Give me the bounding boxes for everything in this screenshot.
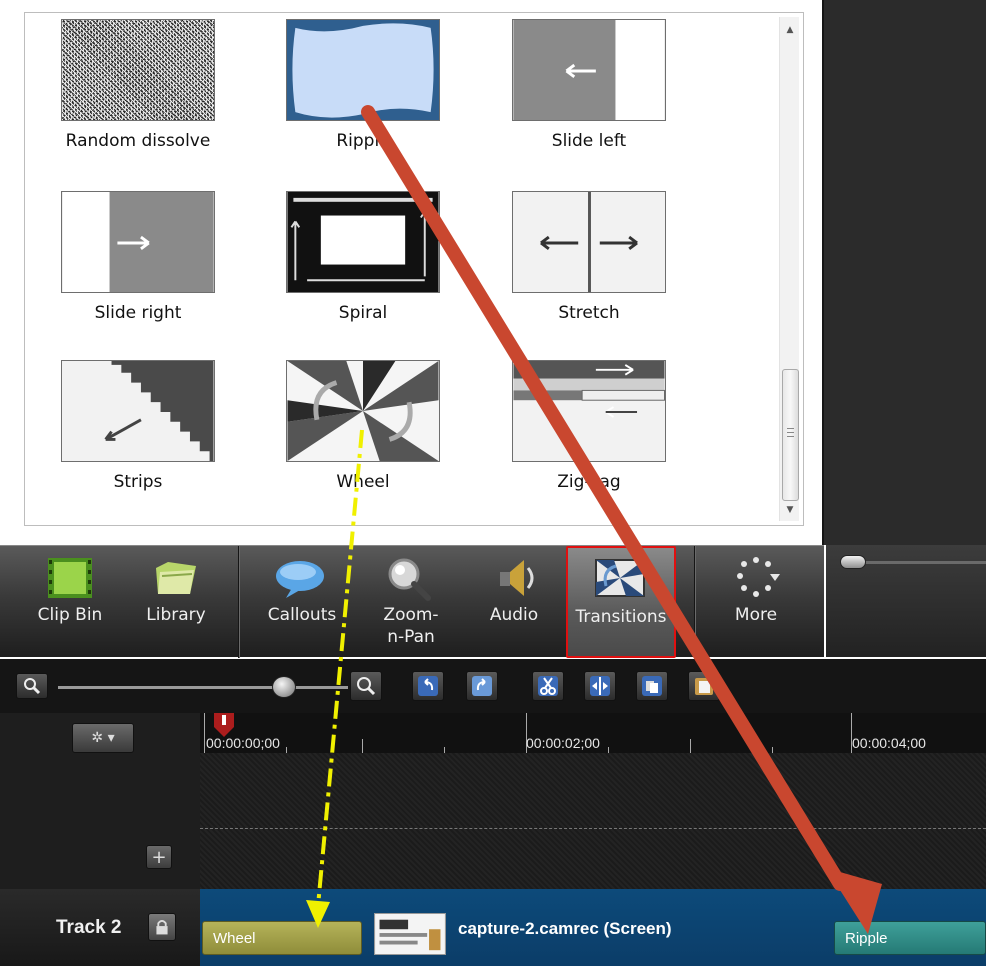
- timeline-zoom-slider[interactable]: [58, 686, 348, 689]
- scrollbar-thumb[interactable]: [782, 369, 799, 501]
- zoom-in-icon[interactable]: [350, 671, 382, 701]
- toolbar-divider: [238, 546, 239, 658]
- gallery-scrollbar[interactable]: ▲ ▼: [779, 17, 799, 521]
- tab-label: Zoom-n-Pan: [383, 605, 439, 647]
- transition-slide-right[interactable]: Slide right: [47, 185, 227, 345]
- speaker-icon: [488, 554, 540, 602]
- tab-label: Audio: [489, 605, 539, 625]
- timeline-ruler[interactable]: 00:00:00;00 00:00:02;00 00:00:04;00: [200, 713, 986, 753]
- preview-canvas: [822, 0, 986, 545]
- track-2-header: Track 2: [0, 889, 200, 966]
- transition-strips[interactable]: Strips: [47, 354, 227, 514]
- zig-zag-thumbnail: [512, 360, 666, 462]
- tab-audio[interactable]: Audio: [472, 546, 556, 658]
- stretch-thumbnail: [512, 191, 666, 293]
- scroll-up-arrow-icon[interactable]: ▲: [780, 21, 800, 39]
- ripple-transition-chip[interactable]: Ripple: [834, 921, 986, 955]
- folder-icon: [150, 554, 202, 602]
- undo-icon[interactable]: [412, 671, 444, 701]
- transitions-grid: Random dissolve Ripple Slide left Slide …: [25, 13, 781, 525]
- track-2-lane[interactable]: Wheel capture-2.camrec (Screen) Ripple: [200, 889, 986, 966]
- media-thumbnail: [374, 913, 446, 955]
- grip-icon: [787, 428, 794, 437]
- spiral-thumbnail: [286, 191, 440, 293]
- ruler-tick: [362, 739, 363, 753]
- toolbar-divider: [694, 546, 695, 658]
- tab-library[interactable]: Library: [124, 546, 228, 658]
- track-name: Track 2: [56, 917, 122, 938]
- preview-slider-track[interactable]: [864, 561, 986, 564]
- transition-zig-zag[interactable]: Zig-zag: [498, 354, 678, 514]
- tab-callouts[interactable]: Callouts: [256, 546, 348, 658]
- redo-icon[interactable]: [466, 671, 498, 701]
- cut-icon[interactable]: [532, 671, 564, 701]
- magnifier-icon: [382, 554, 434, 602]
- tab-transitions[interactable]: Transitions: [566, 546, 676, 658]
- track-separator: [200, 828, 986, 829]
- slide-right-thumbnail: [61, 191, 215, 293]
- media-clip-title[interactable]: capture-2.camrec (Screen): [458, 919, 672, 939]
- transition-wheel[interactable]: Wheel: [272, 354, 452, 514]
- transition-label: Slide right: [94, 303, 182, 323]
- transition-stretch[interactable]: Stretch: [498, 185, 678, 345]
- transition-spiral[interactable]: Spiral: [272, 185, 452, 345]
- transition-random-dissolve[interactable]: Random dissolve: [47, 13, 227, 173]
- lock-icon[interactable]: [148, 913, 176, 941]
- transition-label: Spiral: [338, 303, 388, 323]
- ruler-time-label: 00:00:02;00: [526, 735, 600, 751]
- transition-label: Wheel: [336, 472, 390, 492]
- copy-icon[interactable]: [636, 671, 668, 701]
- tab-more[interactable]: More: [706, 546, 806, 658]
- transition-label: Slide left: [551, 131, 627, 151]
- ripple-thumbnail: [286, 19, 440, 121]
- tab-label: Transitions: [575, 607, 667, 627]
- transition-label: Ripple: [336, 131, 390, 151]
- tab-label: Callouts: [267, 605, 337, 625]
- tab-label: More: [734, 605, 778, 625]
- random-dissolve-thumbnail: [61, 19, 215, 121]
- timeline-track-headers: ✲ ▾ + Track 2: [0, 713, 200, 966]
- scroll-down-arrow-icon[interactable]: ▼: [780, 501, 800, 519]
- ruler-tick: [690, 739, 691, 753]
- transition-label: Stretch: [558, 303, 620, 323]
- gear-icon[interactable]: ✲ ▾: [72, 723, 134, 753]
- preview-slider-knob[interactable]: [840, 555, 866, 569]
- transitions-icon: [594, 556, 646, 604]
- zoom-out-icon[interactable]: [16, 673, 48, 699]
- playhead[interactable]: [212, 713, 236, 739]
- tab-label: Library: [146, 605, 206, 625]
- ruler-time-label: 00:00:04;00: [852, 735, 926, 751]
- transitions-gallery: Random dissolve Ripple Slide left Slide …: [24, 12, 804, 526]
- transition-ripple[interactable]: Ripple: [272, 13, 452, 173]
- speech-bubble-icon: [274, 554, 326, 602]
- timeline-zoom-knob[interactable]: [272, 676, 296, 698]
- tab-label: Clip Bin: [37, 605, 103, 625]
- transition-label: Strips: [113, 472, 163, 492]
- film-strip-icon: [44, 554, 96, 602]
- tab-clip-bin[interactable]: Clip Bin: [14, 546, 126, 658]
- add-track-icon[interactable]: +: [146, 845, 172, 869]
- tab-zoom-n-pan[interactable]: Zoom-n-Pan: [358, 546, 462, 658]
- timeline-toolbar: [0, 659, 986, 713]
- transition-label: Random dissolve: [65, 131, 211, 151]
- transition-label: Zig-zag: [557, 472, 621, 492]
- more-dots-icon: [730, 554, 782, 602]
- timeline-tracks[interactable]: [200, 753, 986, 889]
- preview-controls: [826, 545, 986, 657]
- transition-slide-left[interactable]: Slide left: [498, 13, 678, 173]
- split-icon[interactable]: [584, 671, 616, 701]
- wheel-transition-chip[interactable]: Wheel: [202, 921, 362, 955]
- wheel-thumbnail: [286, 360, 440, 462]
- task-tabs-toolbar: Clip Bin Library Callouts Zoom-n-Pan Aud…: [0, 545, 824, 658]
- strips-thumbnail: [61, 360, 215, 462]
- paste-icon[interactable]: [688, 671, 720, 701]
- slide-left-thumbnail: [512, 19, 666, 121]
- ruler-tick: [204, 713, 205, 753]
